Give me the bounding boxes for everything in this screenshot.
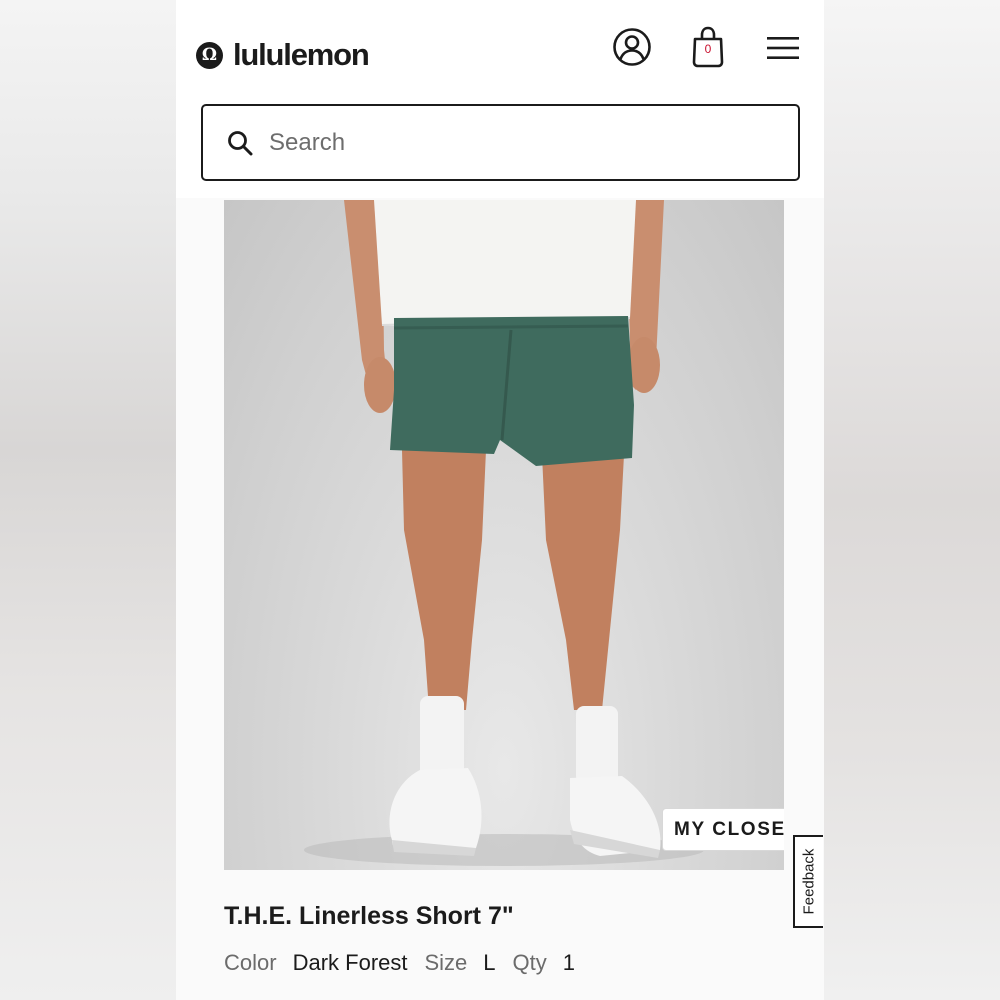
product-image[interactable]: MY CLOSET [224, 200, 784, 870]
logo-wordmark: lululemon [233, 37, 370, 72]
bag-icon[interactable]: 0 [691, 26, 725, 68]
lululemon-logo[interactable]: Ω lululemon [196, 37, 370, 72]
feedback-tab[interactable]: Feedback [793, 835, 823, 928]
shorts-shape [390, 316, 634, 466]
product-card: MY CLOSET T.H.E. Linerless Short 7" Colo… [176, 198, 824, 1000]
background-right [824, 0, 1000, 1000]
search-bar[interactable] [201, 104, 800, 181]
size-value: L [483, 950, 496, 975]
feedback-label: Feedback [800, 848, 818, 915]
color-label: Color [224, 950, 277, 975]
search-icon[interactable] [227, 130, 253, 156]
hamburger-menu-icon[interactable] [766, 35, 800, 61]
qty-value: 1 [562, 950, 576, 975]
my-closet-button[interactable]: MY CLOSET [662, 808, 784, 851]
site-header: Ω lululemon 0 [176, 0, 824, 198]
product-photo-illustration [304, 200, 704, 866]
search-input[interactable] [267, 127, 751, 158]
color-value: Dark Forest [292, 950, 408, 975]
account-icon[interactable] [612, 27, 652, 67]
size-label: Size [424, 950, 468, 975]
bag-count-badge: 0 [704, 42, 712, 56]
product-attributes: Color Dark Forest Size L Qty 1 [224, 950, 592, 976]
qty-label: Qty [512, 950, 547, 975]
background-left [0, 0, 176, 1000]
lululemon-logo-mark: Ω [196, 41, 223, 69]
product-title[interactable]: T.H.E. Linerless Short 7" [224, 902, 514, 931]
mobile-page: Ω lululemon 0 Search MY CLOSE T.H.E. Lin… [176, 0, 824, 1000]
